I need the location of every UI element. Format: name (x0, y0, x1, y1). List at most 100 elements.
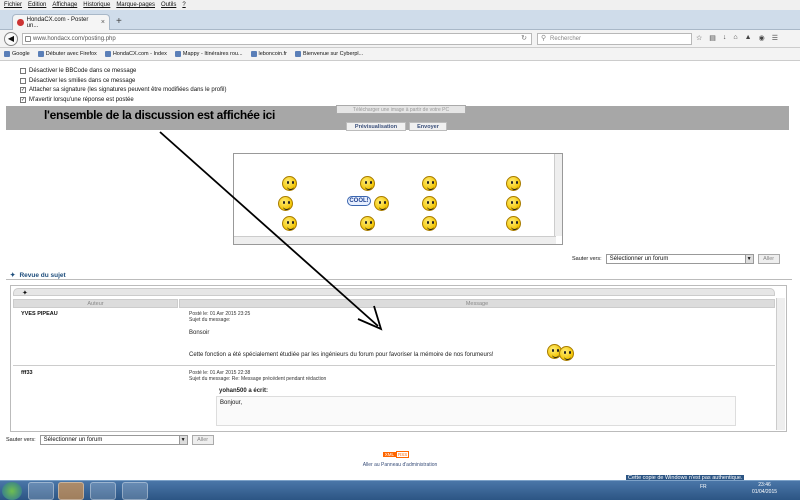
feather-icon: ✦ (10, 272, 16, 279)
search-icon: ⚲ (541, 35, 547, 42)
reload-icon[interactable]: ↻ (521, 34, 527, 44)
close-tab-icon[interactable]: × (101, 19, 105, 26)
go-button[interactable]: Aller (191, 435, 214, 445)
back-button[interactable]: ◀ (4, 32, 18, 46)
language-indicator[interactable]: FR (700, 484, 707, 490)
smiley-icon[interactable] (422, 176, 437, 191)
preview-button[interactable]: Prévisualisation (346, 122, 406, 131)
post-greeting: Bonsoir (189, 330, 210, 336)
bookmark-icon (37, 51, 44, 57)
jump-label: Sauter vers: (6, 437, 36, 443)
option-attach-signature[interactable]: ✓ Attacher sa signature (les signatures p… (20, 87, 226, 93)
download-icon[interactable]: ↓ (723, 34, 727, 42)
share-icon[interactable]: ▲ (745, 34, 752, 42)
admin-panel-link[interactable]: Aller au Panneau d'administration (0, 462, 800, 468)
url-text: www.hondacx.com/posting.php (33, 36, 116, 42)
forum-select-value: Sélectionner un forum (43, 437, 103, 443)
checkbox[interactable] (20, 78, 26, 84)
menu-historique[interactable]: Historique (83, 2, 110, 8)
smiley-icon[interactable] (506, 216, 521, 231)
star-icon[interactable]: ☆ (696, 34, 702, 42)
bookmark-label: Mappy - Itinéraires rou... (182, 51, 243, 57)
smiley-icon[interactable] (374, 196, 389, 211)
post-author: YVES PIPEAU (21, 311, 58, 317)
search-placeholder: Rechercher (550, 36, 582, 42)
option-label: Attacher sa signature (les signatures pe… (29, 87, 227, 93)
tab-title: HondaCX.com - Poster un... (26, 16, 89, 29)
tab-hondacx[interactable]: HondaCX.com - Poster un... × (12, 14, 110, 30)
bookmark-firefox[interactable]: Débuter avec Firefox (37, 51, 97, 57)
search-input[interactable]: ⚲ Rechercher (537, 33, 692, 45)
page-content: Désactiver le BBCode dans ce message Dés… (0, 61, 800, 471)
review-post: fff33 Posté le: 01 Avr 2015 22:38 Sujet … (13, 368, 775, 432)
menu-affichage[interactable]: Affichage (52, 2, 77, 8)
jump-label: Sauter vers: (572, 256, 602, 262)
cool-smiley-icon[interactable]: COOL! (347, 196, 371, 206)
divider (6, 279, 792, 280)
smilies-panel: COOL! (233, 153, 563, 245)
smiley-icon[interactable] (282, 176, 297, 191)
forum-select[interactable]: Sélectionner un forum ▼ (605, 254, 754, 264)
bookmark-google[interactable]: Google (4, 51, 30, 57)
url-bar[interactable]: www.hondacx.com/posting.php ↻ (22, 33, 532, 45)
feather-icon: ✦ (22, 290, 28, 297)
menu-fichier[interactable]: Fichier (4, 2, 22, 8)
send-button[interactable]: Envoyer (409, 122, 447, 131)
menu-help[interactable]: ? (182, 2, 185, 8)
chat-icon[interactable]: ◉ (759, 34, 765, 42)
menu-marque-pages[interactable]: Marque-pages (116, 2, 155, 8)
smiley-icon (559, 346, 574, 361)
toolbar-icons: ☆ ▤ ↓ ⌂ ▲ ◉ ☰ (696, 34, 778, 42)
smiley-icon[interactable] (422, 196, 437, 211)
smiley-icon[interactable] (278, 196, 293, 211)
review-scrollbar[interactable] (776, 298, 785, 430)
go-button[interactable]: Aller (757, 254, 780, 264)
topic-review-panel: ✦ Auteur Message YVES PIPEAU Posté le: 0… (10, 285, 787, 432)
checkbox[interactable]: ✓ (20, 97, 26, 103)
app-taskbar-icon[interactable] (122, 482, 148, 500)
smilies-vertical-scrollbar[interactable] (554, 154, 562, 236)
smiley-icon[interactable] (506, 176, 521, 191)
option-disable-smilies[interactable]: Désactiver les smilies dans ce message (20, 78, 135, 84)
bookmark-cyberplus[interactable]: Bienvenue sur Cyberpl... (294, 51, 363, 57)
smiley-icon[interactable] (282, 216, 297, 231)
tab-strip: HondaCX.com - Poster un... × + (0, 10, 800, 30)
system-clock[interactable]: 23:46 01/04/2015 (752, 482, 777, 496)
forum-select[interactable]: Sélectionner un forum ▼ (39, 435, 188, 445)
checkbox[interactable]: ✓ (20, 87, 26, 93)
option-notify-reply[interactable]: ✓ M'avertir lorsqu'une réponse est postée (20, 97, 134, 103)
quote-author: yohan500 a écrit: (219, 388, 269, 394)
smiley-icon[interactable] (360, 176, 375, 191)
option-disable-bbcode[interactable]: Désactiver le BBCode dans ce message (20, 68, 136, 74)
bookmark-leboncoin[interactable]: leboncoin.fr (250, 51, 287, 57)
new-tab-button[interactable]: + (116, 16, 122, 27)
smiley-icon[interactable] (506, 196, 521, 211)
menu-edition[interactable]: Edition (28, 2, 46, 8)
post-text: Cette fonction a été spécialement étudié… (189, 352, 494, 358)
bookmarks-bar: Google Débuter avec Firefox HondaCX.com … (0, 48, 800, 61)
bookmark-hondacx[interactable]: HondaCX.com - Index (104, 51, 167, 57)
bookmark-mappy[interactable]: Mappy - Itinéraires rou... (174, 51, 243, 57)
option-label: M'avertir lorsqu'une réponse est postée (29, 97, 134, 103)
globe-icon (25, 36, 31, 42)
explorer-taskbar-icon[interactable] (90, 482, 116, 500)
upload-image-button[interactable]: Télécharger une image à partir de votre … (336, 105, 466, 114)
post-author: fff33 (21, 370, 33, 376)
start-button[interactable] (2, 482, 22, 500)
xml-rss-badge[interactable]: XML RSS (382, 451, 410, 458)
checkbox[interactable] (20, 68, 26, 74)
bookmark-icon (104, 51, 111, 57)
reading-list-icon[interactable]: ▤ (709, 34, 716, 42)
jump-to-forum: Sauter vers: Sélectionner un forum ▼ Alle… (572, 254, 780, 264)
ie-taskbar-icon[interactable] (28, 482, 54, 500)
menu-icon[interactable]: ☰ (772, 34, 778, 42)
option-label: Désactiver les smilies dans ce message (29, 78, 136, 84)
smilies-horizontal-scrollbar[interactable] (234, 236, 556, 244)
nav-bar: ◀ www.hondacx.com/posting.php ↻ ⚲ Recher… (0, 30, 800, 48)
smiley-icon[interactable] (422, 216, 437, 231)
smiley-icon[interactable] (360, 216, 375, 231)
rss-label: RSS (396, 451, 410, 458)
menu-outils[interactable]: Outils (161, 2, 176, 8)
firefox-taskbar-icon[interactable] (58, 482, 84, 500)
home-icon[interactable]: ⌂ (733, 34, 737, 42)
